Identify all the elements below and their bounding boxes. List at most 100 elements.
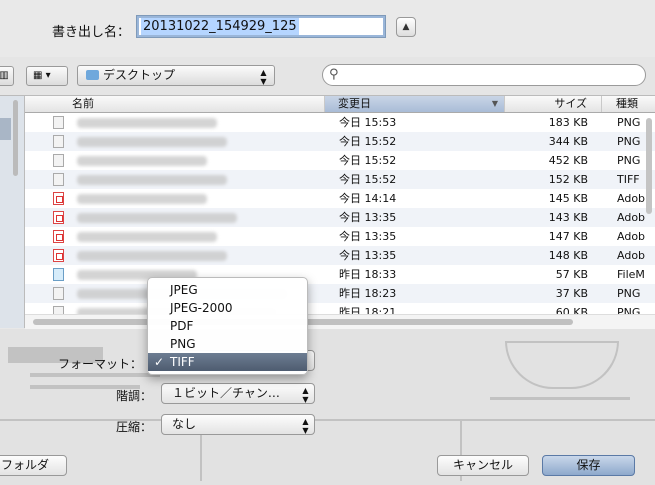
file-row[interactable]: 昨日 18:33 57 KB FileM <box>25 265 655 284</box>
file-list-scrollbar[interactable] <box>646 118 652 214</box>
export-name-value[interactable]: 20131022_154929_125 <box>141 18 299 35</box>
file-kind: FileM <box>617 268 645 281</box>
format-dropdown-menu: JPEG JPEG-2000 PDF PNG ✓ TIFF <box>147 277 308 375</box>
redacted-filename <box>77 251 227 261</box>
image-file-icon <box>53 116 64 129</box>
file-date: 今日 15:52 <box>339 135 397 148</box>
file-size: 147 KB <box>548 230 588 243</box>
sidebar-scrollbar[interactable] <box>13 100 18 176</box>
column-header-name[interactable]: 名前 <box>25 96 325 112</box>
redacted-filename <box>77 118 217 128</box>
export-name-label: 書き出し名： <box>52 25 131 40</box>
file-date: 今日 15:52 <box>339 173 397 186</box>
file-date: 今日 13:35 <box>339 249 397 262</box>
file-size: 183 KB <box>548 116 588 129</box>
file-kind: Adob <box>617 249 646 262</box>
redacted-filename <box>77 175 227 185</box>
format-option-jpeg2000[interactable]: JPEG-2000 <box>148 299 307 317</box>
depth-value: １ビット／チャン… <box>172 386 280 400</box>
column-header-date-label: 変更日 <box>338 97 371 110</box>
file-date: 今日 13:35 <box>339 211 397 224</box>
pdf-file-icon <box>53 211 64 224</box>
pdf-file-icon <box>53 249 64 262</box>
file-row[interactable]: 今日 14:14 145 KB Adob <box>25 189 655 208</box>
compression-value: なし <box>172 417 197 431</box>
redacted-filename <box>77 137 227 147</box>
select-arrows-icon: ▲▼ <box>259 68 268 86</box>
sort-descending-icon: ▼ <box>491 99 498 108</box>
location-label: デスクトップ <box>103 68 176 82</box>
new-folder-label: フォルダ <box>1 458 50 472</box>
file-row[interactable]: 今日 13:35 148 KB Adob <box>25 246 655 265</box>
image-file-icon <box>53 287 64 300</box>
toolbar: ▥ ▦ ▾ デスクトップ ▲▼ ⚲ <box>0 57 655 96</box>
file-size: 57 KB <box>555 268 588 281</box>
file-row[interactable]: 今日 13:35 143 KB Adob <box>25 208 655 227</box>
file-row[interactable]: 今日 15:52 344 KB PNG <box>25 132 655 151</box>
file-date: 今日 14:14 <box>339 192 397 205</box>
format-label: フォーマット： <box>58 357 143 371</box>
collapse-toggle-button[interactable]: ▲ <box>396 17 416 37</box>
redacted-filename <box>77 156 207 166</box>
new-folder-button[interactable]: フォルダ <box>0 455 67 476</box>
file-row[interactable]: 今日 15:52 452 KB PNG <box>25 151 655 170</box>
file-size: 143 KB <box>548 211 588 224</box>
file-kind: Adob <box>617 230 646 243</box>
file-row[interactable]: 今日 15:52 152 KB TIFF <box>25 170 655 189</box>
image-file-icon <box>53 173 64 186</box>
redacted-filename <box>77 232 217 242</box>
depth-label: 階調： <box>116 389 153 403</box>
export-name-field[interactable]: 20131022_154929_125 <box>136 15 386 38</box>
file-size: 152 KB <box>548 173 588 186</box>
document-file-icon <box>53 268 64 281</box>
image-file-icon <box>53 135 64 148</box>
select-arrows-icon: ▲▼ <box>301 417 310 435</box>
file-date: 昨日 18:23 <box>339 287 397 300</box>
format-option-tiff-label: TIFF <box>170 355 195 369</box>
format-option-pdf[interactable]: PDF <box>148 317 307 335</box>
format-option-jpeg[interactable]: JPEG <box>148 281 307 299</box>
file-row[interactable]: 今日 13:35 147 KB Adob <box>25 227 655 246</box>
compression-select[interactable]: なし ▲▼ <box>161 414 315 435</box>
image-file-icon <box>53 154 64 167</box>
search-input[interactable]: ⚲ <box>322 64 646 86</box>
folder-icon <box>86 70 99 80</box>
cancel-label: キャンセル <box>452 458 513 472</box>
column-header-kind[interactable]: 種類 <box>602 96 655 112</box>
pdf-file-icon <box>53 192 64 205</box>
select-arrows-icon: ▲▼ <box>301 386 310 404</box>
redacted-filename <box>77 194 207 204</box>
file-row[interactable]: 今日 15:53 183 KB PNG <box>25 113 655 132</box>
save-label: 保存 <box>576 458 601 472</box>
file-kind: PNG <box>617 287 641 300</box>
column-view-icon[interactable]: ▥ <box>0 66 14 86</box>
redacted-filename <box>77 213 237 223</box>
file-row[interactable]: 昨日 18:23 37 KB PNG <box>25 284 655 303</box>
file-size: 37 KB <box>555 287 588 300</box>
file-list-header: 名前 変更日 ▼ サイズ 種類 <box>25 96 655 113</box>
file-date: 今日 15:52 <box>339 154 397 167</box>
column-header-size[interactable]: サイズ <box>505 96 602 112</box>
depth-select[interactable]: １ビット／チャン… ▲▼ <box>161 383 315 404</box>
file-size: 344 KB <box>548 135 588 148</box>
format-option-png[interactable]: PNG <box>148 335 307 353</box>
file-list[interactable]: 名前 変更日 ▼ サイズ 種類 今日 15:53 183 KB PNG 今日 15:52… <box>25 96 655 328</box>
arrange-menu-button[interactable]: ▦ ▾ <box>26 66 68 86</box>
sidebar-selected-item[interactable] <box>0 118 11 140</box>
checkmark-icon: ✓ <box>154 355 165 369</box>
horizontal-scrollbar[interactable] <box>25 314 655 329</box>
cancel-button[interactable]: キャンセル <box>437 455 529 476</box>
column-header-date[interactable]: 変更日 ▼ <box>325 96 505 112</box>
search-icon: ⚲ <box>329 67 339 82</box>
file-size: 148 KB <box>548 249 588 262</box>
location-select[interactable]: デスクトップ ▲▼ <box>77 65 275 86</box>
file-size: 452 KB <box>548 154 588 167</box>
file-date: 今日 13:35 <box>339 230 397 243</box>
file-date: 昨日 18:33 <box>339 268 397 281</box>
compression-label: 圧縮： <box>116 420 153 434</box>
file-date: 今日 15:53 <box>339 116 397 129</box>
format-option-tiff[interactable]: ✓ TIFF <box>148 353 307 371</box>
save-button[interactable]: 保存 <box>542 455 635 476</box>
pdf-file-icon <box>53 230 64 243</box>
file-size: 145 KB <box>548 192 588 205</box>
